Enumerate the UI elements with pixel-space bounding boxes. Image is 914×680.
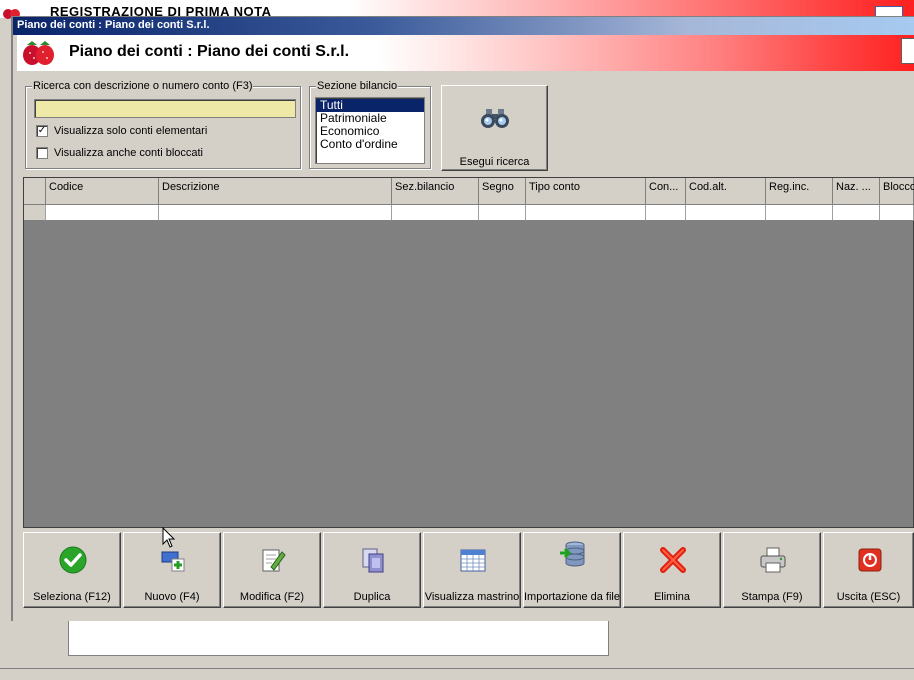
calendar-icon [460,549,486,572]
parent-status-field [68,619,609,656]
column-label: Sez.bilancio [395,181,455,193]
table-cell[interactable] [479,205,526,221]
checkmark-icon [59,546,87,574]
grid-column-header[interactable]: Sez.bilancio [392,178,479,205]
edit-button[interactable]: Modifica (F2) [223,532,321,608]
search-button[interactable]: Esegui ricerca [441,85,548,171]
import-database-icon [560,541,585,567]
search-input[interactable] [34,99,296,118]
column-label: Con... [649,181,679,193]
select-button-label: Seleziona (F12) [33,591,111,603]
checkbox-elementari-row[interactable]: ✓ Visualizza solo conti elementari [36,125,207,137]
chart-of-accounts-window: Piano dei conti : Piano dei conti S.r.l.… [11,16,914,621]
table-row[interactable] [24,205,914,221]
page-title: Piano dei conti : Piano dei conti S.r.l. [69,43,350,60]
column-label: Reg.inc. [769,181,810,193]
table-cell[interactable] [159,205,392,221]
section-group: Sezione bilancio Tutti Patrimoniale Econ… [309,80,431,169]
section-listbox[interactable]: Tutti Patrimoniale Economico Conto d'ord… [315,97,425,164]
table-cell[interactable] [833,205,880,221]
print-button[interactable]: Stampa (F9) [723,532,821,608]
grid-row-indicator-header [24,178,46,205]
grid-column-header[interactable]: Naz. ... [833,178,880,205]
grid-column-header[interactable]: Con... [646,178,686,205]
accounts-grid[interactable]: Codice Descrizione Sez.bilancio Segno Ti… [23,177,914,528]
checkbox-bloccati[interactable] [36,147,48,159]
column-label: Cod.alt. [689,181,727,193]
table-cell[interactable] [646,205,686,221]
table-cell[interactable] [46,205,159,221]
strawberry-logo-icon [23,41,54,65]
binoculars-icon [481,109,509,128]
printer-icon [760,547,786,573]
table-cell[interactable] [526,205,646,221]
checkbox-bloccati-label: Visualizza anche conti bloccati [54,147,203,159]
parent-divider [0,668,914,669]
grid-column-header[interactable]: Descrizione [159,178,392,205]
grid-column-header[interactable]: Segno [479,178,526,205]
column-label: Tipo conto [529,181,580,193]
duplicate-icon [362,548,384,573]
view-ledger-button-label: Visualizza mastrino [424,591,520,603]
checkbox-bloccati-row[interactable]: Visualizza anche conti bloccati [36,147,203,159]
duplicate-button[interactable]: Duplica [323,532,421,608]
grid-header: Codice Descrizione Sez.bilancio Segno Ti… [24,178,914,205]
new-button[interactable]: Nuovo (F4) [123,532,221,608]
grid-column-header[interactable]: Reg.inc. [766,178,833,205]
table-cell[interactable] [686,205,766,221]
import-file-button-label: Importazione da file [524,591,620,603]
duplicate-button-label: Duplica [353,591,391,603]
new-record-icon [161,551,185,572]
column-label: Blocco [883,181,914,193]
section-group-label: Sezione bilancio [316,80,399,92]
column-label: Descrizione [162,181,220,193]
exit-icon [858,548,882,572]
print-button-label: Stampa (F9) [741,591,803,603]
new-button-label: Nuovo (F4) [144,591,200,603]
column-label: Codice [49,181,84,193]
grid-column-header[interactable]: Cod.alt. [686,178,766,205]
delete-icon [660,547,686,573]
table-cell[interactable] [880,205,914,221]
grid-column-header[interactable]: Tipo conto [526,178,646,205]
column-label: Naz. ... [836,181,871,193]
search-group-label: Ricerca con descrizione o numero conto (… [32,80,254,92]
view-ledger-button[interactable]: Visualizza mastrino [423,532,521,608]
column-label: Segno [482,181,514,193]
window-titlebar[interactable]: Piano dei conti : Piano dei conti S.r.l. [13,17,914,35]
grid-column-header[interactable]: Blocco [880,178,914,205]
exit-button-label: Uscita (ESC) [836,591,901,603]
table-cell[interactable] [392,205,479,221]
checkbox-elementari[interactable]: ✓ [36,125,48,137]
section-option-conto-ordine[interactable]: Conto d'ordine [316,138,424,151]
search-button-label: Esegui ricerca [459,156,530,168]
select-button[interactable]: Seleziona (F12) [23,532,121,608]
grid-column-header[interactable]: Codice [46,178,159,205]
checkbox-elementari-label: Visualizza solo conti elementari [54,125,208,137]
table-cell[interactable] [766,205,833,221]
window-title: Piano dei conti : Piano dei conti S.r.l. [17,19,210,31]
edit-button-label: Modifica (F2) [239,591,305,603]
report-icon [901,38,914,64]
exit-button[interactable]: Uscita (ESC) [823,532,914,608]
action-toolbar: Seleziona (F12) Nuovo (F4) Modifica (F2) [23,532,914,608]
search-group: Ricerca con descrizione o numero conto (… [25,80,301,169]
delete-button-label: Elimina [653,591,691,603]
window-header-banner: Piano dei conti : Piano dei conti S.r.l. [17,35,914,71]
edit-icon [262,549,286,572]
row-indicator[interactable] [24,205,46,221]
delete-button[interactable]: Elimina [623,532,721,608]
import-file-button[interactable]: Importazione da file [523,532,621,608]
